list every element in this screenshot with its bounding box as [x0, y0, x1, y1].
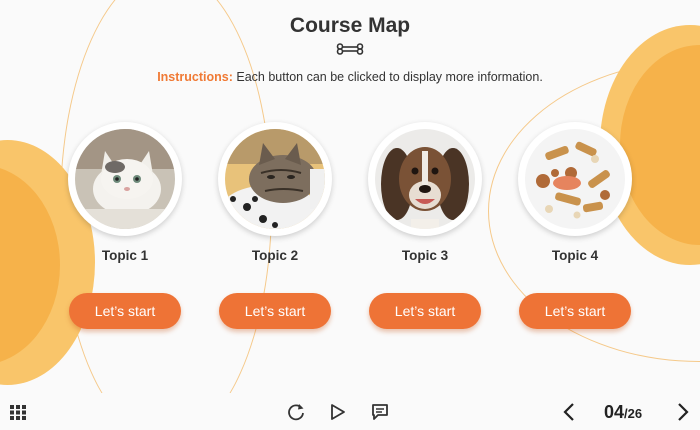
bone-icon	[336, 43, 364, 55]
current-page: 04	[604, 402, 625, 422]
grid-menu-icon[interactable]	[8, 402, 28, 422]
topic-image-frame	[518, 122, 632, 236]
topic-2-start-button[interactable]: Let’s start	[219, 293, 331, 329]
topic-label: Topic 2	[251, 248, 299, 263]
topic-card: Topic 2	[218, 122, 332, 263]
topic-label: Topic 1	[101, 248, 149, 263]
prev-arrow-icon[interactable]	[560, 402, 580, 422]
instructions-label: Instructions:	[157, 70, 233, 84]
topic-label: Topic 3	[401, 248, 449, 263]
next-arrow-icon[interactable]	[672, 402, 692, 422]
topic-card: Topic 1	[68, 122, 182, 263]
page-title: Course Map	[289, 14, 411, 37]
topic-4-start-button[interactable]: Let’s start	[519, 293, 631, 329]
topic-3-start-button[interactable]: Let’s start	[369, 293, 481, 329]
white-kitten-photo	[75, 129, 175, 229]
total-pages: /26	[624, 406, 643, 421]
topic-card: Topic 4	[518, 122, 632, 263]
topic-image-frame	[68, 122, 182, 236]
page-counter: 04/26	[604, 402, 642, 423]
dog-photo	[375, 129, 475, 229]
player-toolbar	[0, 393, 700, 430]
topic-label: Topic 4	[551, 248, 599, 263]
tabby-cat-photo	[225, 129, 325, 229]
topic-card: Topic 3	[368, 122, 482, 263]
topic-1-start-button[interactable]: Let’s start	[69, 293, 181, 329]
instructions-text: Each button can be clicked to display mo…	[232, 70, 543, 84]
replay-icon[interactable]	[286, 402, 306, 422]
slide-stage: Course Map Instructions: Each button can…	[0, 0, 700, 430]
comment-icon[interactable]	[370, 402, 390, 422]
topic-image-frame	[218, 122, 332, 236]
topic-image-frame	[368, 122, 482, 236]
instructions: Instructions: Each button can be clicked…	[0, 70, 700, 84]
dog-treats-photo	[525, 129, 625, 229]
play-icon[interactable]	[328, 402, 348, 422]
